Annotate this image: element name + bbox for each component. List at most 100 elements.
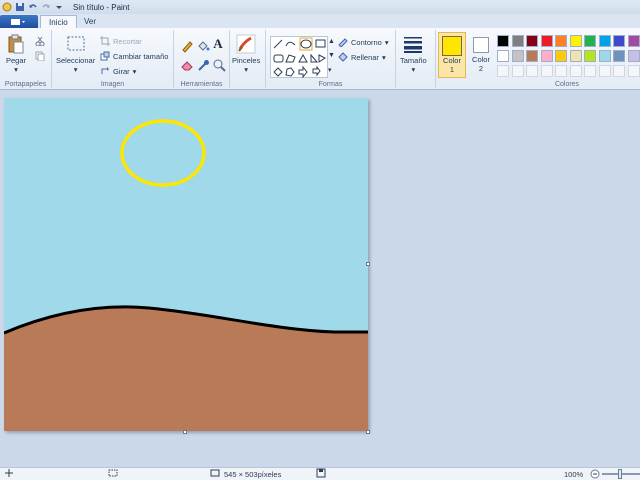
palette-empty-swatch[interactable] (526, 65, 538, 77)
undo-icon[interactable] (28, 2, 38, 12)
outline-button[interactable]: Contorno ▾ (338, 37, 389, 47)
zoom-out-icon[interactable] (590, 469, 600, 480)
select-label: Seleccionar (56, 56, 96, 65)
magnifier-icon[interactable] (211, 57, 226, 72)
palette-swatch[interactable] (497, 50, 509, 62)
file-size-icon (316, 468, 326, 480)
brushes-button[interactable]: Pinceles ▾ (232, 34, 260, 74)
color-picker-icon[interactable] (195, 57, 209, 71)
palette-swatch[interactable] (497, 35, 509, 47)
size-button[interactable]: Tamaño ▾ (400, 34, 427, 74)
fill-button[interactable]: Rellenar ▾ (338, 52, 386, 62)
cursor-position-icon (4, 468, 14, 480)
palette-swatch[interactable] (511, 50, 524, 62)
ribbon-tabs: Inicio Ver (0, 14, 640, 28)
color2-swatch (473, 37, 489, 53)
group-colores: Colores (494, 30, 640, 88)
resize-handle-corner[interactable] (366, 430, 370, 434)
palette-swatch[interactable] (526, 35, 538, 47)
cut-icon[interactable] (35, 36, 45, 46)
color1-number: 1 (449, 65, 455, 74)
fill-bucket-icon[interactable] (195, 38, 210, 52)
fill-label: Rellenar (351, 52, 379, 62)
selection-size-icon (108, 468, 118, 480)
paint-app-icon[interactable] (2, 2, 12, 12)
shapes-scroll-down-icon[interactable]: ▼ (328, 52, 335, 59)
quick-access-dropdown-icon[interactable] (54, 2, 64, 12)
drawing-canvas[interactable] (4, 98, 368, 431)
outline-dropdown-icon: ▾ (384, 37, 389, 47)
palette-swatch[interactable] (584, 50, 596, 62)
color1-button[interactable]: Color 1 (438, 32, 466, 78)
window-title: Sin título - Paint (73, 2, 130, 12)
palette-swatch[interactable] (627, 50, 640, 62)
palette-swatch[interactable] (584, 35, 596, 47)
palette-swatch[interactable] (598, 50, 611, 62)
paint-menu-button[interactable] (0, 15, 38, 28)
title-bar: Sin título - Paint (0, 0, 640, 14)
fill-icon (338, 52, 348, 62)
paste-label: Pegar (6, 56, 27, 65)
status-bar: 545 × 503píxeles 100% (0, 467, 640, 480)
select-dropdown-icon: ▾ (73, 65, 78, 74)
palette-empty-swatch[interactable] (511, 65, 524, 77)
palette-swatch[interactable] (555, 35, 567, 47)
shapes-gallery[interactable] (270, 36, 328, 79)
palette-swatch[interactable] (526, 50, 538, 62)
palette-empty-swatch[interactable] (627, 65, 640, 77)
palette-swatch[interactable] (540, 35, 553, 47)
save-icon[interactable] (15, 2, 25, 12)
palette-empty-swatch[interactable] (584, 65, 596, 77)
pencil-icon[interactable] (179, 38, 193, 53)
select-button[interactable]: Seleccionar ▾ (56, 34, 95, 74)
size-label: Tamaño (400, 56, 427, 65)
paste-dropdown-icon: ▾ (14, 65, 18, 74)
brush-icon (236, 34, 256, 54)
tab-ver[interactable]: Ver (76, 15, 104, 28)
palette-swatch[interactable] (613, 50, 625, 62)
resize-label: Cambiar tamaño (113, 51, 169, 61)
canvas-size-icon (210, 468, 220, 480)
group-imagen: Seleccionar ▾ Recortar Cambiar tamaño Gi… (52, 30, 174, 88)
tab-inicio[interactable]: Inicio (40, 15, 77, 28)
palette-empty-swatch[interactable] (555, 65, 567, 77)
palette-empty-swatch[interactable] (497, 65, 509, 77)
palette-swatch[interactable] (613, 35, 625, 47)
paint-menu-icon (11, 18, 25, 25)
resize-handle-right[interactable] (366, 262, 370, 266)
zoom-slider-thumb[interactable] (618, 469, 622, 479)
group-herramientas: A Herramientas (174, 30, 230, 88)
eraser-icon[interactable] (179, 57, 193, 71)
zoom-level: 100% (564, 469, 584, 479)
palette-empty-swatch[interactable] (598, 65, 611, 77)
crop-button[interactable]: Recortar (100, 36, 142, 46)
crop-label: Recortar (113, 36, 142, 46)
shapes-scroll-up-icon[interactable]: ▲ (328, 38, 335, 45)
resize-icon (100, 51, 110, 61)
resize-button[interactable]: Cambiar tamaño (100, 51, 168, 61)
redo-icon[interactable] (41, 2, 51, 12)
text-tool-icon[interactable]: A (211, 36, 225, 51)
copy-icon[interactable] (35, 51, 45, 61)
canvas-dimensions: 545 × 503píxeles (224, 469, 282, 479)
rotate-button[interactable]: Girar ▾ (100, 66, 136, 76)
palette-empty-swatch[interactable] (540, 65, 553, 77)
group-formas: ▲ ▼ ▾ Contorno ▾ Rellenar ▾ Formas (266, 30, 396, 88)
fill-dropdown-icon: ▾ (381, 52, 386, 62)
group-label-herramientas: Herramientas (180, 81, 223, 88)
palette-empty-swatch[interactable] (613, 65, 625, 77)
palette-swatch[interactable] (555, 50, 567, 62)
palette-swatch[interactable] (598, 35, 611, 47)
palette-swatch[interactable] (569, 35, 582, 47)
palette-swatch[interactable] (627, 35, 640, 47)
outline-icon (338, 38, 348, 47)
palette-swatch[interactable] (511, 35, 524, 47)
shapes-expand-icon[interactable]: ▾ (328, 66, 332, 74)
group-label-colores: Colores (554, 81, 580, 88)
palette-swatch[interactable] (569, 50, 582, 62)
paste-button[interactable]: Pegar ▾ (6, 34, 26, 74)
color2-button[interactable]: Color 2 (468, 32, 494, 78)
palette-swatch[interactable] (540, 50, 553, 62)
resize-handle-bottom[interactable] (183, 430, 187, 434)
palette-empty-swatch[interactable] (569, 65, 582, 77)
